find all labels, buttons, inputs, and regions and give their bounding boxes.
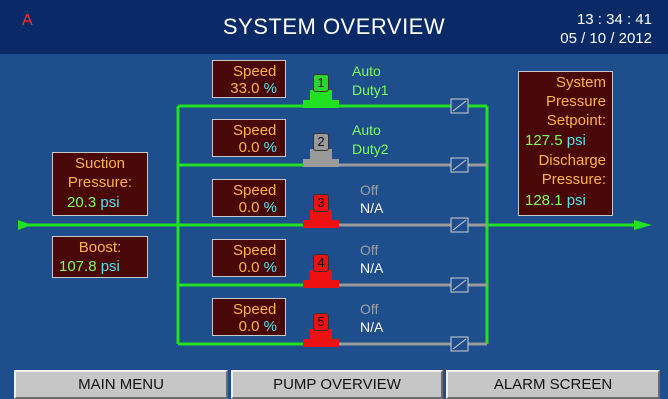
pump1-speed-readout: 33.0 % bbox=[230, 80, 277, 97]
system-pressure-panel: System Pressure Setpoint: 127.5 psi Disc… bbox=[518, 71, 613, 216]
check-valve-1-icon bbox=[450, 98, 469, 114]
pump3-speed-value: 0.0 bbox=[238, 199, 260, 216]
pump1-badge[interactable]: 1 bbox=[313, 74, 329, 92]
system-label-line2: Pressure bbox=[545, 93, 606, 110]
boost-unit: psi bbox=[100, 258, 120, 275]
pump3-speed-readout: 0.0 % bbox=[239, 199, 277, 216]
pump5-state: Off N/A bbox=[360, 301, 383, 335]
suction-pressure-panel: Suction Pressure: 20.3 psi bbox=[52, 152, 148, 216]
pump1-state: Auto Duty1 bbox=[352, 63, 389, 98]
boost-value: 107.8 bbox=[59, 258, 97, 275]
pump5-body-icon[interactable] bbox=[303, 329, 339, 347]
suction-value: 20.3 bbox=[67, 194, 97, 211]
suction-pressure-value: 20.3 psi bbox=[67, 194, 120, 211]
pump3-state: Off N/A bbox=[360, 182, 383, 216]
pump4-speed-panel[interactable]: Speed 0.0 % bbox=[212, 239, 286, 277]
pump5-role: N/A bbox=[360, 319, 384, 335]
pump4-speed-value: 0.0 bbox=[238, 259, 260, 276]
pump5-mode: Off bbox=[360, 301, 379, 317]
pump3-body-icon[interactable] bbox=[303, 210, 339, 228]
discharge-label-line1: Discharge bbox=[538, 152, 606, 169]
pump3-role: N/A bbox=[360, 200, 384, 216]
pump3-mode: Off bbox=[360, 182, 379, 198]
pump1-speed-unit: % bbox=[263, 80, 277, 97]
pump2-mode: Auto bbox=[352, 122, 381, 138]
pump5-speed-value: 0.0 bbox=[238, 318, 260, 335]
pump4-speed-label: Speed bbox=[233, 242, 277, 259]
pump4-badge[interactable]: 4 bbox=[313, 254, 329, 272]
pump2-body-icon[interactable] bbox=[303, 149, 339, 167]
pump2-speed-value: 0.0 bbox=[238, 139, 260, 156]
system-label-line1: System bbox=[555, 74, 606, 91]
check-valve-5-icon bbox=[450, 336, 469, 352]
hmi-screen: A SYSTEM OVERVIEW 13 : 34 : 41 05 / 10 /… bbox=[0, 0, 668, 399]
setpoint-value: 127.5 bbox=[525, 132, 563, 149]
pump5-badge[interactable]: 5 bbox=[313, 313, 329, 331]
pump1-body-icon[interactable] bbox=[303, 90, 339, 108]
boost-panel: Boost: 107.8 psi bbox=[52, 236, 148, 278]
check-valve-2-icon bbox=[450, 157, 469, 173]
pump2-state: Auto Duty2 bbox=[352, 122, 389, 157]
pump4-body-icon[interactable] bbox=[303, 270, 339, 288]
discharge-value: 128.1 bbox=[525, 192, 563, 209]
suction-label-line1: Suction bbox=[74, 155, 126, 172]
pump5-speed-readout: 0.0 % bbox=[239, 318, 277, 335]
pump1-speed-label: Speed bbox=[233, 63, 277, 80]
check-valve-3-icon bbox=[450, 217, 469, 233]
main-menu-button[interactable]: MAIN MENU bbox=[14, 370, 228, 399]
pump5-speed-panel[interactable]: Speed 0.0 % bbox=[212, 298, 286, 336]
pump2-badge[interactable]: 2 bbox=[313, 133, 329, 151]
pump1-mode: Auto bbox=[352, 63, 381, 79]
pump5-speed-label: Speed bbox=[233, 301, 277, 318]
check-valve-4-icon bbox=[450, 277, 469, 293]
boost-pressure-value: 107.8 psi bbox=[59, 258, 120, 275]
boost-label: Boost: bbox=[78, 239, 122, 256]
pump4-role: N/A bbox=[360, 260, 384, 276]
discharge-unit: psi bbox=[566, 192, 586, 209]
pump2-speed-unit: % bbox=[263, 139, 277, 156]
suction-label-line2: Pressure: bbox=[67, 174, 133, 191]
pump2-role: Duty2 bbox=[352, 141, 389, 157]
pump3-badge[interactable]: 3 bbox=[313, 194, 329, 212]
pump2-speed-readout: 0.0 % bbox=[239, 139, 277, 156]
pump5-speed-unit: % bbox=[263, 318, 277, 335]
alarm-screen-button[interactable]: ALARM SCREEN bbox=[446, 370, 660, 399]
inlet-arrow-icon bbox=[18, 220, 32, 230]
pump1-speed-value: 33.0 bbox=[230, 80, 260, 97]
setpoint-unit: psi bbox=[566, 132, 586, 149]
pump4-speed-readout: 0.0 % bbox=[239, 259, 277, 276]
pump4-speed-unit: % bbox=[263, 259, 277, 276]
discharge-pressure-value: 128.1 psi bbox=[525, 192, 586, 209]
discharge-label-line2: Pressure: bbox=[541, 171, 606, 188]
pump2-speed-panel[interactable]: Speed 0.0 % bbox=[212, 119, 286, 157]
pump3-speed-unit: % bbox=[263, 199, 277, 216]
system-label-line3: Setpoint: bbox=[546, 112, 606, 129]
pump1-speed-panel[interactable]: Speed 33.0 % bbox=[212, 60, 286, 98]
pump1-role: Duty1 bbox=[352, 82, 389, 98]
pump3-speed-label: Speed bbox=[233, 182, 277, 199]
pump2-speed-label: Speed bbox=[233, 122, 277, 139]
outlet-arrow-icon bbox=[634, 220, 652, 230]
setpoint-pressure-value: 127.5 psi bbox=[525, 132, 586, 149]
pump4-state: Off N/A bbox=[360, 242, 383, 276]
pump3-speed-panel[interactable]: Speed 0.0 % bbox=[212, 179, 286, 217]
suction-unit: psi bbox=[100, 194, 120, 211]
pump-overview-button[interactable]: PUMP OVERVIEW bbox=[231, 370, 443, 399]
pump4-mode: Off bbox=[360, 242, 379, 258]
